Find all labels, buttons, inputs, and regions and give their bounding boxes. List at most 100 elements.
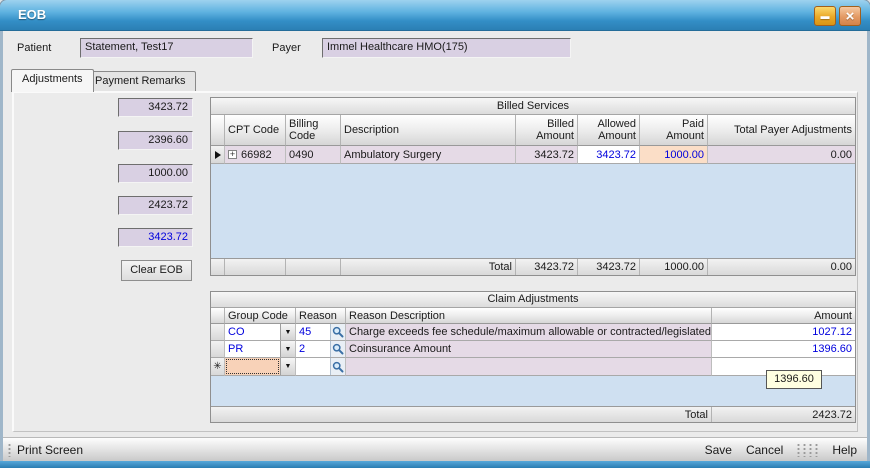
billing-code-cell[interactable]: 0490 xyxy=(286,146,341,164)
total-payer-adjustments: 0.00 xyxy=(708,259,855,275)
billed-amount-field[interactable]: 3423.72 xyxy=(118,98,193,117)
row-selector[interactable] xyxy=(211,324,225,341)
group-code-value: PR xyxy=(225,341,280,357)
total-payer-adjustments-cell[interactable]: 0.00 xyxy=(708,146,855,164)
chevron-down-icon: ▼ xyxy=(285,363,292,370)
print-screen-button[interactable]: Print Screen xyxy=(17,443,83,457)
col-total-payer-adjustments[interactable]: Total Payer Adjustments xyxy=(708,115,855,146)
billed-services-title: Billed Services xyxy=(211,98,855,115)
amount-tooltip: 1396.60 xyxy=(766,370,822,389)
group-code-dropdown-button[interactable]: ▼ xyxy=(280,341,295,357)
cpt-code-value: 66982 xyxy=(241,149,272,161)
total-spacer xyxy=(286,259,341,275)
current-row-arrow-icon xyxy=(215,151,221,159)
amount-paid-field[interactable]: 1000.00 xyxy=(118,164,193,183)
group-code-dropdown-button[interactable]: ▼ xyxy=(280,358,295,375)
billed-amount-cell[interactable]: 3423.72 xyxy=(516,146,578,164)
claim-adjustment-new-row[interactable]: ✳ ▼ xyxy=(211,358,855,376)
magnifier-icon xyxy=(332,361,344,373)
group-code-input[interactable] xyxy=(225,358,280,375)
row-selector[interactable] xyxy=(211,341,225,358)
group-code-dropdown-button[interactable]: ▼ xyxy=(280,324,295,340)
close-icon: × xyxy=(846,9,855,24)
col-row-selector xyxy=(211,115,225,146)
total-spacer xyxy=(211,259,225,275)
col-billed-amount[interactable]: Billed Amount xyxy=(516,115,578,146)
claim-adjustments-title: Claim Adjustments xyxy=(211,292,855,308)
claim-adjustments-header-row: Group Code Reason Reason Description Amo… xyxy=(211,308,855,324)
total-label: Total xyxy=(211,407,712,422)
billed-services-table: Billed Services CPT Code Billing Code De… xyxy=(210,97,856,276)
reason-lookup-button[interactable] xyxy=(330,324,345,340)
group-code-combo[interactable]: ▼ xyxy=(225,358,296,376)
payer-label: Payer xyxy=(272,42,301,54)
reason-input[interactable] xyxy=(296,358,330,375)
claim-adjustment-row[interactable]: CO ▼ 45 Charge exceeds fee schedule/maxi… xyxy=(211,324,855,341)
total-paid: 1000.00 xyxy=(640,259,708,275)
status-bar: Print Screen Save Cancel Help xyxy=(3,437,867,461)
window-title: EOB xyxy=(18,7,46,22)
minimize-button[interactable]: ▬ xyxy=(814,6,836,26)
col-reason-description[interactable]: Reason Description xyxy=(346,308,712,324)
reason-description-cell[interactable] xyxy=(346,358,712,376)
title-bar[interactable]: EOB ▬ × xyxy=(0,0,870,31)
total-allowed: 3423.72 xyxy=(578,259,640,275)
col-paid-amount[interactable]: Paid Amount xyxy=(640,115,708,146)
reason-description-cell[interactable]: Charge exceeds fee schedule/maximum allo… xyxy=(346,324,712,341)
total-adjustments-field[interactable]: 2423.72 xyxy=(118,196,193,215)
allowed-amount-cell[interactable]: 3423.72 xyxy=(578,146,640,164)
billed-service-row[interactable]: + 66982 0490 Ambulatory Surgery 3423.72 … xyxy=(211,146,855,164)
chevron-down-icon: ▼ xyxy=(285,329,292,336)
reason-value: 2 xyxy=(296,341,330,357)
claim-adjustments-total-row: Total 2423.72 xyxy=(211,406,855,422)
group-code-combo[interactable]: CO ▼ xyxy=(225,324,296,341)
new-row-selector[interactable]: ✳ xyxy=(211,358,225,376)
minimize-icon: ▬ xyxy=(821,12,830,21)
col-row-selector xyxy=(211,308,225,324)
claim-adjustments-table: Claim Adjustments Group Code Reason Reas… xyxy=(210,291,856,423)
reason-field[interactable]: 45 xyxy=(296,324,346,341)
billed-services-header-row: CPT Code Billing Code Description Billed… xyxy=(211,115,855,146)
contract-fee-field[interactable]: 2396.60 xyxy=(118,131,193,150)
reason-description-cell[interactable]: Coinsurance Amount xyxy=(346,341,712,358)
total-label: Total xyxy=(341,259,516,275)
help-button[interactable]: Help xyxy=(832,443,857,457)
reason-field[interactable] xyxy=(296,358,346,376)
reason-lookup-button[interactable] xyxy=(330,358,345,375)
patient-field[interactable]: Statement, Test17 xyxy=(80,38,253,58)
reason-value: 45 xyxy=(296,324,330,340)
col-allowed-amount[interactable]: Allowed Amount xyxy=(578,115,640,146)
description-cell[interactable]: Ambulatory Surgery xyxy=(341,146,516,164)
payer-field[interactable]: Immel Healthcare HMO(175) xyxy=(322,38,571,58)
magnifier-icon xyxy=(332,343,344,355)
col-group-code[interactable]: Group Code xyxy=(225,308,296,324)
col-amount[interactable]: Amount xyxy=(712,308,855,324)
group-code-combo[interactable]: PR ▼ xyxy=(225,341,296,358)
cancel-button[interactable]: Cancel xyxy=(746,443,783,457)
claim-adjustment-row[interactable]: PR ▼ 2 Coinsurance Amount 1396.60 xyxy=(211,341,855,358)
save-button[interactable]: Save xyxy=(705,443,732,457)
col-billing-code[interactable]: Billing Code xyxy=(286,115,341,146)
tab-adjustments[interactable]: Adjustments xyxy=(11,69,94,92)
col-description[interactable]: Description xyxy=(341,115,516,146)
amount-cell[interactable]: 1027.12 xyxy=(712,324,855,341)
eob-window: EOB ▬ × Patient Statement, Test17 Payer … xyxy=(0,0,870,468)
clear-eob-button[interactable]: Clear EOB xyxy=(121,260,192,281)
statusbar-grip xyxy=(8,443,11,457)
reason-lookup-button[interactable] xyxy=(330,341,345,357)
chevron-down-icon: ▼ xyxy=(285,346,292,353)
col-reason[interactable]: Reason xyxy=(296,308,346,324)
allowed-amount-field[interactable]: 3423.72 xyxy=(118,228,193,247)
group-code-value: CO xyxy=(225,324,280,340)
cpt-code-cell[interactable]: + 66982 xyxy=(225,146,286,164)
paid-amount-cell[interactable]: 1000.00 xyxy=(640,146,708,164)
reason-field[interactable]: 2 xyxy=(296,341,346,358)
row-selector[interactable] xyxy=(211,146,225,164)
expand-icon[interactable]: + xyxy=(228,150,237,159)
patient-label: Patient xyxy=(17,42,51,54)
tab-payment-remarks[interactable]: Payment Remarks xyxy=(84,71,196,92)
total-amount: 2423.72 xyxy=(712,407,855,422)
col-cpt-code[interactable]: CPT Code xyxy=(225,115,286,146)
close-button[interactable]: × xyxy=(839,6,861,26)
amount-cell[interactable]: 1396.60 xyxy=(712,341,855,358)
